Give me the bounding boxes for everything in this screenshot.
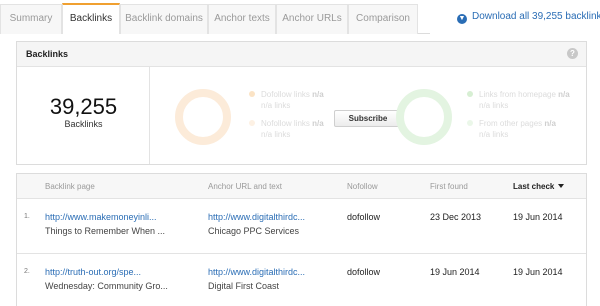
homepage-links-legend: Links from homepage n/a n/a links: [467, 89, 570, 111]
backlink-page-title: Things to Remember When ...: [45, 226, 166, 236]
column-last-check[interactable]: Last check: [513, 182, 565, 191]
backlinks-count: 39,255: [49, 94, 118, 119]
download-circle-icon: ▼: [457, 14, 467, 24]
homepage-links-donut-chart: [396, 89, 452, 145]
nofollow-value: dofollow: [347, 212, 381, 222]
dofollow-label: Dofollow links: [261, 90, 310, 99]
tab-summary[interactable]: Summary: [0, 4, 62, 34]
subscribe-button[interactable]: Subscribe: [334, 110, 402, 127]
nofollow-label: Nofollow links: [261, 119, 310, 128]
download-all-label: Download all 39,255 backlinks: [472, 11, 600, 22]
other-pages-value: n/a: [544, 119, 556, 128]
homepage-dot-icon: [467, 91, 473, 97]
first-found-value: 23 Dec 2013: [430, 212, 482, 222]
nofollow-legend: Nofollow links n/a n/a links: [249, 118, 324, 140]
nofollow-sub: n/a links: [261, 130, 291, 139]
backlinks-table: Backlink page Anchor URL and text Nofoll…: [16, 173, 587, 306]
tab-anchor-urls[interactable]: Anchor URLs: [276, 4, 348, 34]
column-first-found[interactable]: First found: [430, 182, 468, 191]
backlinks-count-box: 39,255 Backlinks: [17, 67, 150, 164]
table-header: Backlink page Anchor URL and text Nofoll…: [17, 174, 586, 199]
anchor-url[interactable]: http://www.digitalthirdc...: [208, 267, 305, 277]
row-index: 1.: [24, 213, 30, 220]
tab-backlinks[interactable]: Backlinks: [62, 3, 120, 34]
column-anchor[interactable]: Anchor URL and text: [208, 182, 282, 191]
column-nofollow[interactable]: Nofollow: [347, 182, 378, 191]
other-pages-dot-icon: [467, 120, 473, 126]
last-check-value: 19 Jun 2014: [513, 212, 563, 222]
other-pages-legend: From other pages n/a n/a links: [467, 118, 556, 140]
last-check-value: 19 Jun 2014: [513, 267, 563, 277]
dofollow-dot-icon: [249, 91, 255, 97]
column-backlink-page[interactable]: Backlink page: [45, 182, 95, 191]
dofollow-legend: Dofollow links n/a n/a links: [249, 89, 324, 111]
homepage-value: n/a: [558, 90, 570, 99]
dofollow-sub: n/a links: [261, 101, 291, 110]
backlink-page-url[interactable]: http://truth-out.org/spe...: [45, 267, 141, 277]
anchor-url[interactable]: http://www.digitalthirdc...: [208, 212, 305, 222]
backlink-page-title: Wednesday: Community Gro...: [45, 281, 168, 291]
other-pages-sub: n/a links: [479, 130, 509, 139]
tab-backlink-domains[interactable]: Backlink domains: [120, 4, 208, 34]
tab-comparison[interactable]: Comparison: [348, 4, 418, 34]
backlinks-count-label: Backlinks: [64, 119, 103, 129]
dofollow-value: n/a: [312, 90, 324, 99]
nofollow-dot-icon: [249, 120, 255, 126]
backlink-page-url[interactable]: http://www.makemoneyinli...: [45, 212, 157, 222]
panel-title: Backlinks: [26, 49, 69, 59]
anchor-text: Chicago PPC Services: [208, 226, 300, 236]
help-icon[interactable]: ?: [567, 48, 578, 59]
tab-bar: Summary Backlinks Backlink domains Ancho…: [0, 0, 600, 34]
nofollow-value: n/a: [312, 119, 324, 128]
sort-desc-icon: [558, 184, 565, 188]
backlinks-panel: Backlinks ? 39,255 Backlinks Dofollow li…: [16, 41, 587, 165]
nofollow-value: dofollow: [347, 267, 381, 277]
table-row: 1. http://www.makemoneyinli... Things to…: [17, 199, 586, 254]
homepage-label: Links from homepage: [479, 90, 556, 99]
tab-anchor-texts[interactable]: Anchor texts: [208, 4, 276, 34]
dofollow-donut-chart: [175, 89, 231, 145]
first-found-value: 19 Jun 2014: [430, 267, 480, 277]
other-pages-label: From other pages: [479, 119, 543, 128]
column-last-check-label: Last check: [513, 182, 555, 191]
table-row: 2. http://truth-out.org/spe... Wednesday…: [17, 254, 586, 306]
homepage-sub: n/a links: [479, 101, 509, 110]
row-index: 2.: [24, 268, 30, 275]
panel-header: [17, 42, 586, 67]
download-all-link[interactable]: ▼ Download all 39,255 backlinks: [457, 11, 600, 24]
anchor-text: Digital First Coast: [208, 281, 280, 291]
